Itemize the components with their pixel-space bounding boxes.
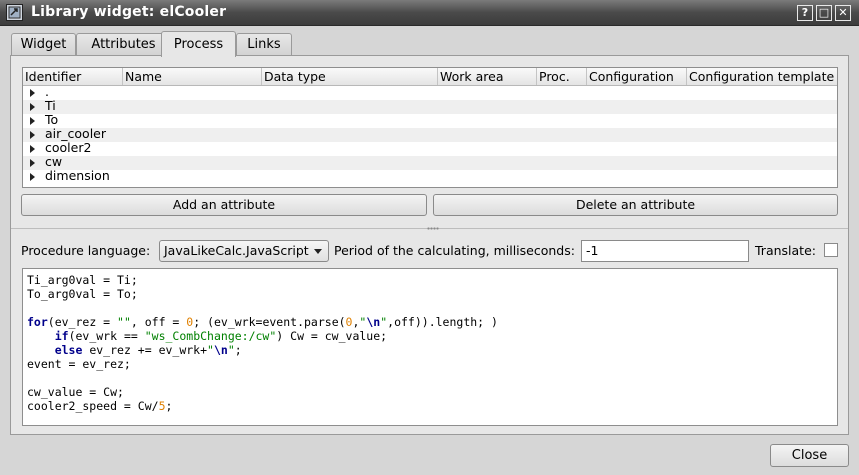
column-header-configuration[interactable]: Configuration bbox=[587, 68, 687, 85]
code-line: for(ev_rez = "", off = 0; (ev_wrk=event.… bbox=[27, 315, 837, 329]
expand-arrow-icon[interactable] bbox=[30, 117, 35, 125]
code-line-text: if(ev_wrk == "ws_CombChange:/cw") Cw = c… bbox=[54, 329, 388, 343]
splitter-handle[interactable] bbox=[427, 227, 439, 230]
row-identifier: dimension bbox=[45, 168, 110, 183]
column-header-configuration-template[interactable]: Configuration template bbox=[687, 68, 837, 85]
expand-arrow-icon[interactable] bbox=[30, 159, 35, 167]
expand-arrow-icon[interactable] bbox=[30, 145, 35, 153]
code-line: event = ev_rez; bbox=[27, 357, 131, 371]
code-line-text: else ev_rez += ev_wrk+"\n"; bbox=[54, 343, 242, 357]
code-line: Ti_arg0val = Ti; bbox=[27, 273, 138, 287]
table-row[interactable]: cooler2 bbox=[23, 140, 837, 156]
close-icon[interactable]: ✕ bbox=[835, 5, 851, 21]
table-header: Identifier Name Data type Work area Proc… bbox=[23, 68, 837, 86]
column-header-proc[interactable]: Proc. bbox=[537, 68, 587, 85]
procedure-language-label: Procedure language: bbox=[21, 243, 151, 258]
table-row[interactable]: dimension bbox=[23, 168, 837, 184]
app-icon bbox=[6, 4, 23, 21]
code-line-text: cooler2_speed = Cw/5; bbox=[27, 399, 173, 413]
column-header-identifier[interactable]: Identifier bbox=[23, 68, 123, 85]
table-row[interactable]: Ti bbox=[23, 98, 837, 114]
tab-links[interactable]: Links bbox=[236, 33, 292, 56]
chevron-down-icon bbox=[314, 249, 322, 254]
expand-arrow-icon[interactable] bbox=[30, 103, 35, 111]
expand-arrow-icon[interactable] bbox=[30, 89, 35, 97]
translate-checkbox[interactable] bbox=[824, 243, 838, 257]
close-button[interactable]: Close bbox=[770, 444, 849, 467]
expand-arrow-icon[interactable] bbox=[30, 131, 35, 139]
code-line-text: for(ev_rez = "", off = 0; (ev_wrk=event.… bbox=[27, 315, 498, 329]
column-header-work-area[interactable]: Work area bbox=[438, 68, 537, 85]
attributes-table[interactable]: Identifier Name Data type Work area Proc… bbox=[22, 67, 838, 188]
window-title: Library widget: elCooler bbox=[31, 4, 227, 20]
tab-widget[interactable]: Widget bbox=[11, 33, 76, 56]
code-line: cw_value = Cw; bbox=[27, 385, 124, 399]
table-row[interactable]: cw bbox=[23, 154, 837, 170]
help-icon[interactable]: ? bbox=[797, 5, 813, 21]
code-line: if(ev_wrk == "ws_CombChange:/cw") Cw = c… bbox=[27, 329, 837, 343]
column-header-name[interactable]: Name bbox=[123, 68, 262, 85]
restore-icon[interactable]: □ bbox=[816, 5, 832, 21]
code-line: else ev_rez += ev_wrk+"\n"; bbox=[27, 343, 837, 357]
tab-process[interactable]: Process bbox=[161, 31, 236, 57]
code-line: cooler2_speed = Cw/5; bbox=[27, 399, 837, 413]
delete-attribute-button[interactable]: Delete an attribute bbox=[433, 194, 838, 216]
period-input[interactable]: -1 bbox=[581, 240, 749, 262]
tab-attributes[interactable]: Attributes bbox=[76, 33, 171, 56]
table-row[interactable]: air_cooler bbox=[23, 126, 837, 142]
translate-label: Translate: bbox=[755, 243, 816, 258]
window-titlebar: Library widget: elCooler ? □ ✕ bbox=[0, 0, 859, 26]
expand-arrow-icon[interactable] bbox=[30, 173, 35, 181]
procedure-language-value: JavaLikeCalc.JavaScript bbox=[164, 243, 309, 258]
table-row[interactable]: . bbox=[23, 84, 837, 100]
column-header-data-type[interactable]: Data type bbox=[262, 68, 438, 85]
code-line: To_arg0val = To; bbox=[27, 287, 138, 301]
table-row[interactable]: To bbox=[23, 112, 837, 128]
procedure-code-editor[interactable]: Ti_arg0val = Ti; To_arg0val = To; for(ev… bbox=[22, 268, 838, 426]
period-label: Period of the calculating, milliseconds: bbox=[334, 243, 575, 258]
process-tab-panel: Identifier Name Data type Work area Proc… bbox=[10, 55, 849, 435]
procedure-language-select[interactable]: JavaLikeCalc.JavaScript bbox=[159, 240, 329, 262]
add-attribute-button[interactable]: Add an attribute bbox=[21, 194, 427, 216]
